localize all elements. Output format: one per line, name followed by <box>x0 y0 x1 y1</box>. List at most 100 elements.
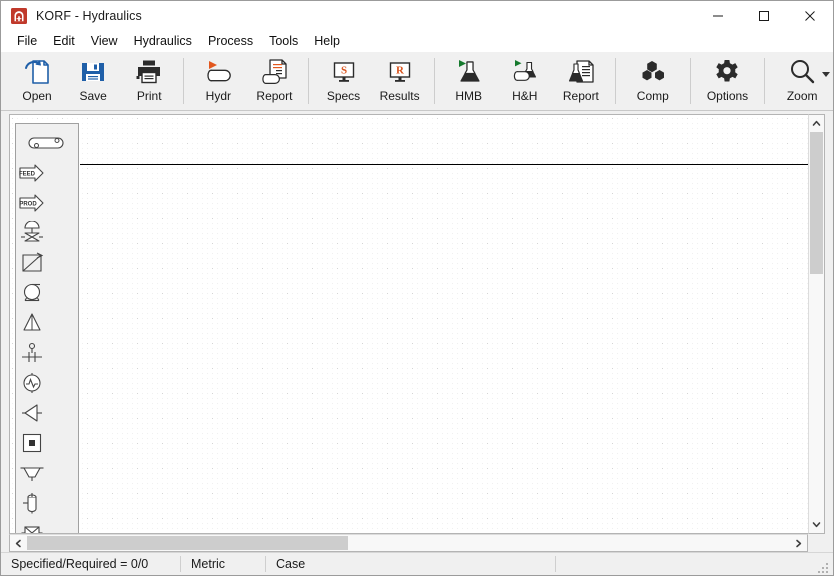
status-units: Metric <box>181 556 266 572</box>
hydraulics-report-icon <box>259 56 289 88</box>
toolbar-separator-6 <box>764 58 765 104</box>
toolbar-specs-label: Specs <box>327 89 360 103</box>
horizontal-scroll-thumb[interactable] <box>27 536 348 550</box>
tee-fitting-icon <box>19 461 45 485</box>
feed-arrow-icon: FEED <box>18 163 46 183</box>
toolbar-options-button[interactable]: Options <box>697 52 759 110</box>
status-bar: Specified/Required = 0/0 Metric Case <box>1 552 833 575</box>
palette-flow-meter-button[interactable] <box>16 368 48 398</box>
maximize-icon <box>758 10 770 22</box>
toolbar-hydr-button[interactable]: Hydr <box>190 52 246 110</box>
hydraulics-run-icon <box>203 56 233 88</box>
pipe-line-horizontal[interactable] <box>80 164 808 165</box>
palette-heat-exchanger-button[interactable] <box>16 248 48 278</box>
vertical-scroll-thumb[interactable] <box>810 132 823 274</box>
scroll-up-button[interactable] <box>809 115 824 132</box>
zoom-dropdown-caret-icon[interactable] <box>822 72 830 77</box>
svg-text:S: S <box>340 65 346 77</box>
svg-text:R: R <box>396 65 405 77</box>
chevron-up-icon <box>812 119 821 128</box>
toolbar-hmb-label: HMB <box>455 89 482 103</box>
toolbar-open-button[interactable]: Open <box>9 52 65 110</box>
close-button[interactable] <box>787 1 833 31</box>
scroll-right-button[interactable] <box>790 539 807 548</box>
horizontal-scroll-track[interactable] <box>27 535 790 551</box>
korf-app-icon <box>10 7 28 25</box>
status-extra <box>556 556 833 572</box>
specs-monitor-icon: S <box>329 56 359 88</box>
minimize-button[interactable] <box>695 1 741 31</box>
toolbar-print-label: Print <box>137 89 162 103</box>
menu-hydraulics[interactable]: Hydraulics <box>126 32 200 52</box>
canvas-row: FEED PROD <box>9 114 825 534</box>
main-toolbar: Open Save <box>1 52 833 111</box>
flowsheet-canvas[interactable]: FEED PROD <box>9 114 808 534</box>
toolbar-hh-button[interactable]: H&H <box>497 52 553 110</box>
svg-text:FEED: FEED <box>19 172 36 178</box>
toolbar-separator-3 <box>434 58 435 104</box>
mixer-icon <box>19 521 45 534</box>
magnifier-icon <box>787 56 817 88</box>
control-valve-icon <box>19 221 45 245</box>
printer-icon <box>134 56 164 88</box>
toolbar-specs-button[interactable]: S Specs <box>315 52 371 110</box>
nozzle-icon <box>19 401 45 425</box>
menu-edit[interactable]: Edit <box>45 32 83 52</box>
menu-help[interactable]: Help <box>306 32 348 52</box>
document-view: FEED PROD <box>9 114 825 552</box>
toolbar-process-report-label: Report <box>563 89 599 103</box>
vertical-scroll-track[interactable] <box>809 132 824 516</box>
element-palette: FEED PROD <box>15 123 79 534</box>
scroll-left-button[interactable] <box>10 539 27 548</box>
palette-orifice-button[interactable] <box>16 338 48 368</box>
palette-vessel-button[interactable] <box>16 128 78 158</box>
toolbar-hydr-label: Hydr <box>206 89 231 103</box>
flow-meter-icon <box>19 371 45 395</box>
toolbar-hydr-report-label: Report <box>256 89 292 103</box>
maximize-button[interactable] <box>741 1 787 31</box>
horizontal-scrollbar[interactable] <box>9 534 808 552</box>
pump-icon <box>19 281 45 305</box>
relief-valve-icon <box>19 311 45 335</box>
prod-arrow-icon: PROD <box>18 193 46 213</box>
vessel-drum-icon <box>26 133 68 153</box>
open-folder-icon <box>22 56 52 88</box>
menu-process[interactable]: Process <box>200 32 261 52</box>
toolbar-save-button[interactable]: Save <box>65 52 121 110</box>
toolbar-comp-button[interactable]: Comp <box>622 52 684 110</box>
toolbar-results-button[interactable]: R Results <box>372 52 428 110</box>
toolbar-zoom-label: Zoom <box>787 89 818 103</box>
palette-vertical-vessel-button[interactable] <box>16 488 48 518</box>
palette-relief-valve-button[interactable] <box>16 308 48 338</box>
toolbar-hydr-report-button[interactable]: Report <box>246 52 302 110</box>
vertical-vessel-icon <box>19 491 45 515</box>
scrollbar-corner <box>808 534 825 552</box>
palette-feed-stream-button[interactable]: FEED <box>16 158 48 188</box>
toolbar-hmb-button[interactable]: HMB <box>441 52 497 110</box>
palette-product-stream-button[interactable]: PROD <box>16 188 48 218</box>
toolbar-process-report-button[interactable]: Report <box>553 52 609 110</box>
palette-nozzle-button[interactable] <box>16 398 48 428</box>
palette-tee-fitting-button[interactable] <box>16 458 48 488</box>
menu-tools[interactable]: Tools <box>261 32 306 52</box>
orifice-icon <box>19 341 45 365</box>
toolbar-zoom-button[interactable]: Zoom <box>771 52 833 110</box>
toolbar-print-button[interactable]: Print <box>121 52 177 110</box>
menu-view[interactable]: View <box>83 32 126 52</box>
minimize-icon <box>712 10 724 22</box>
scroll-down-button[interactable] <box>809 516 824 533</box>
menu-file[interactable]: File <box>9 32 45 52</box>
toolbar-hh-label: H&H <box>512 89 537 103</box>
palette-equipment-block-button[interactable] <box>16 428 48 458</box>
palette-pump-button[interactable] <box>16 278 48 308</box>
palette-mixer-button[interactable] <box>16 518 48 534</box>
horizontal-scrollbar-row <box>9 534 825 552</box>
palette-control-valve-button[interactable] <box>16 218 48 248</box>
toolbar-separator-2 <box>308 58 309 104</box>
menu-bar: File Edit View Hydraulics Process Tools … <box>1 31 833 52</box>
gear-icon <box>712 56 742 88</box>
vertical-scrollbar[interactable] <box>808 114 825 534</box>
resize-grip[interactable] <box>818 561 830 573</box>
results-monitor-icon: R <box>385 56 415 88</box>
status-case: Case <box>266 556 556 572</box>
